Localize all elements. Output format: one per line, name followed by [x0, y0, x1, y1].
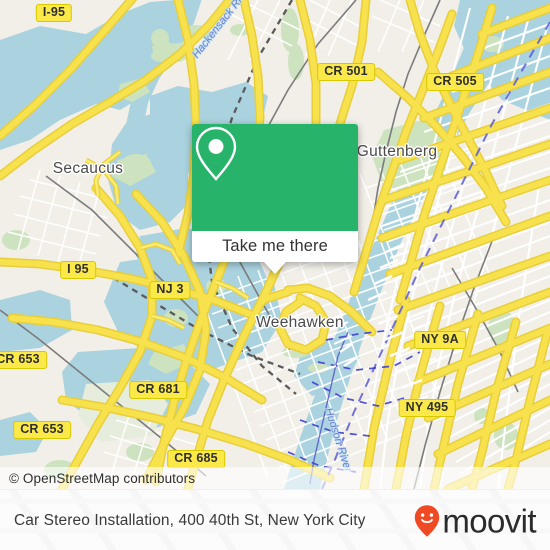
- highway-shield: CR 653: [0, 351, 47, 369]
- footer-bar: Car Stereo Installation, 400 40th St, Ne…: [0, 489, 550, 550]
- highway-shield: NJ 3: [149, 281, 191, 299]
- highway-shield: CR 681: [129, 381, 187, 399]
- place-label: Secaucus: [52, 160, 124, 177]
- highway-shield: CR 505: [426, 73, 484, 91]
- popup-pointer: [264, 262, 286, 274]
- page-title: Car Stereo Installation, 400 40th St, Ne…: [14, 511, 366, 529]
- moovit-logo[interactable]: moovit: [414, 502, 537, 539]
- map-attribution: © OpenStreetMap contributors: [0, 467, 550, 489]
- place-label: Weehawken: [256, 314, 344, 331]
- highway-shield: NY 495: [398, 399, 456, 417]
- highway-shield: I-95: [35, 4, 73, 22]
- map-screenshot: I-95 CR 501 CR 505 I 95 NJ 3 CR 653 CR 653 CR 6…: [0, 0, 550, 550]
- moovit-pin-smiley-icon: [415, 504, 440, 537]
- location-popup[interactable]: Take me there: [192, 124, 358, 274]
- attribution-text: © OpenStreetMap contributors: [9, 470, 196, 486]
- popup-image-area: [192, 124, 358, 231]
- highway-shield: NY 9A: [414, 331, 466, 349]
- map-canvas[interactable]: I-95 CR 501 CR 505 I 95 NJ 3 CR 653 CR 653 CR 6…: [0, 0, 550, 489]
- moovit-wordmark: moovit: [442, 502, 536, 539]
- highway-shield: I 95: [60, 261, 96, 279]
- highway-shield: CR 685: [167, 450, 225, 468]
- map-pin-icon: [195, 126, 237, 181]
- highway-shield: CR 501: [317, 63, 375, 81]
- take-me-there-button[interactable]: Take me there: [192, 231, 358, 262]
- highway-shield: CR 653: [13, 421, 71, 439]
- place-label: Guttenberg: [356, 143, 438, 160]
